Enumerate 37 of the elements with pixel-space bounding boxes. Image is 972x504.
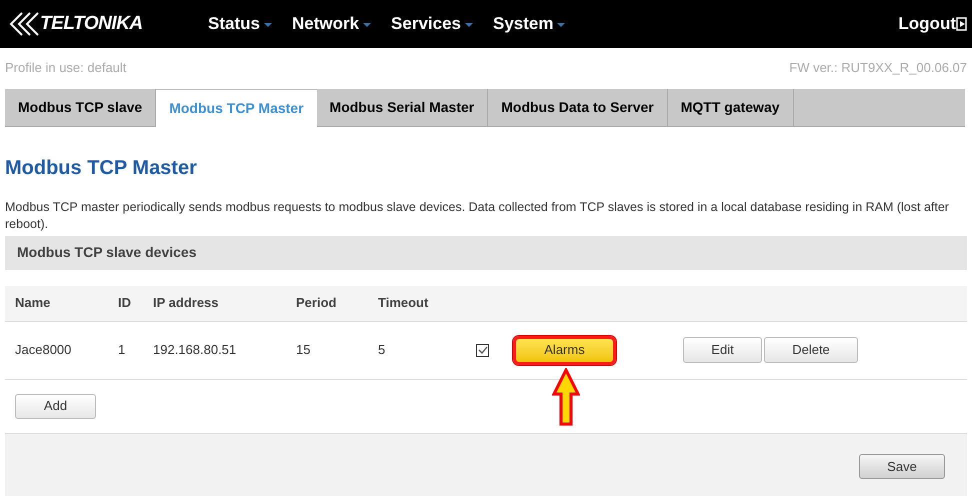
logout-link[interactable]: Logout [898, 11, 968, 37]
delete-button[interactable]: Delete [764, 337, 858, 363]
column-header: ID [118, 295, 131, 310]
nav-menu[interactable]: Services [391, 11, 473, 37]
table-cell: 15 [296, 342, 310, 358]
edit-button[interactable]: Edit [683, 337, 762, 363]
caret-icon [264, 23, 272, 27]
table-cell: 192.168.80.51 [153, 342, 236, 358]
section-header: Modbus TCP slave devices [5, 236, 967, 270]
nav-menu[interactable]: Network [292, 11, 372, 37]
logout-icon [956, 17, 968, 31]
caret-icon [557, 23, 566, 27]
table-cell: 1 [118, 342, 126, 358]
tab[interactable]: Modbus Serial Master [316, 88, 488, 126]
alarms-button[interactable]: Alarms [513, 336, 616, 364]
caret-icon [363, 23, 372, 27]
caret-icon [465, 23, 473, 27]
profile-text: Profile in use: default [5, 59, 126, 77]
column-header: Period [296, 295, 336, 310]
firmware-version: FW ver.: RUT9XX_R_00.06.07 [789, 59, 967, 77]
column-header: IP address [153, 295, 219, 310]
column-header: Name [15, 295, 50, 310]
nav-menu[interactable]: Status [208, 11, 272, 37]
add-button[interactable]: Add [15, 394, 96, 418]
tab[interactable]: MQTT gateway [668, 88, 794, 126]
save-button[interactable]: Save [859, 454, 945, 479]
table-cell: Jace8000 [15, 342, 72, 358]
description: Modbus TCP master periodically sends modbus requests to modbus slave devices. Data collected from TCP slaves is stored in a local database residing in RAM (lost after reboot). [4, 198, 950, 232]
tab[interactable]: Modbus Data to Server [488, 88, 668, 126]
logo-icon [8, 11, 40, 37]
table-cell: 5 [378, 342, 386, 358]
arrow-annotation [552, 368, 580, 426]
checkbox[interactable] [476, 344, 489, 356]
logo: TELTONIKA [40, 12, 143, 36]
column-header: Timeout [378, 295, 428, 310]
nav-menu[interactable]: System [493, 11, 566, 37]
page-title: Modbus TCP Master [4, 156, 198, 180]
